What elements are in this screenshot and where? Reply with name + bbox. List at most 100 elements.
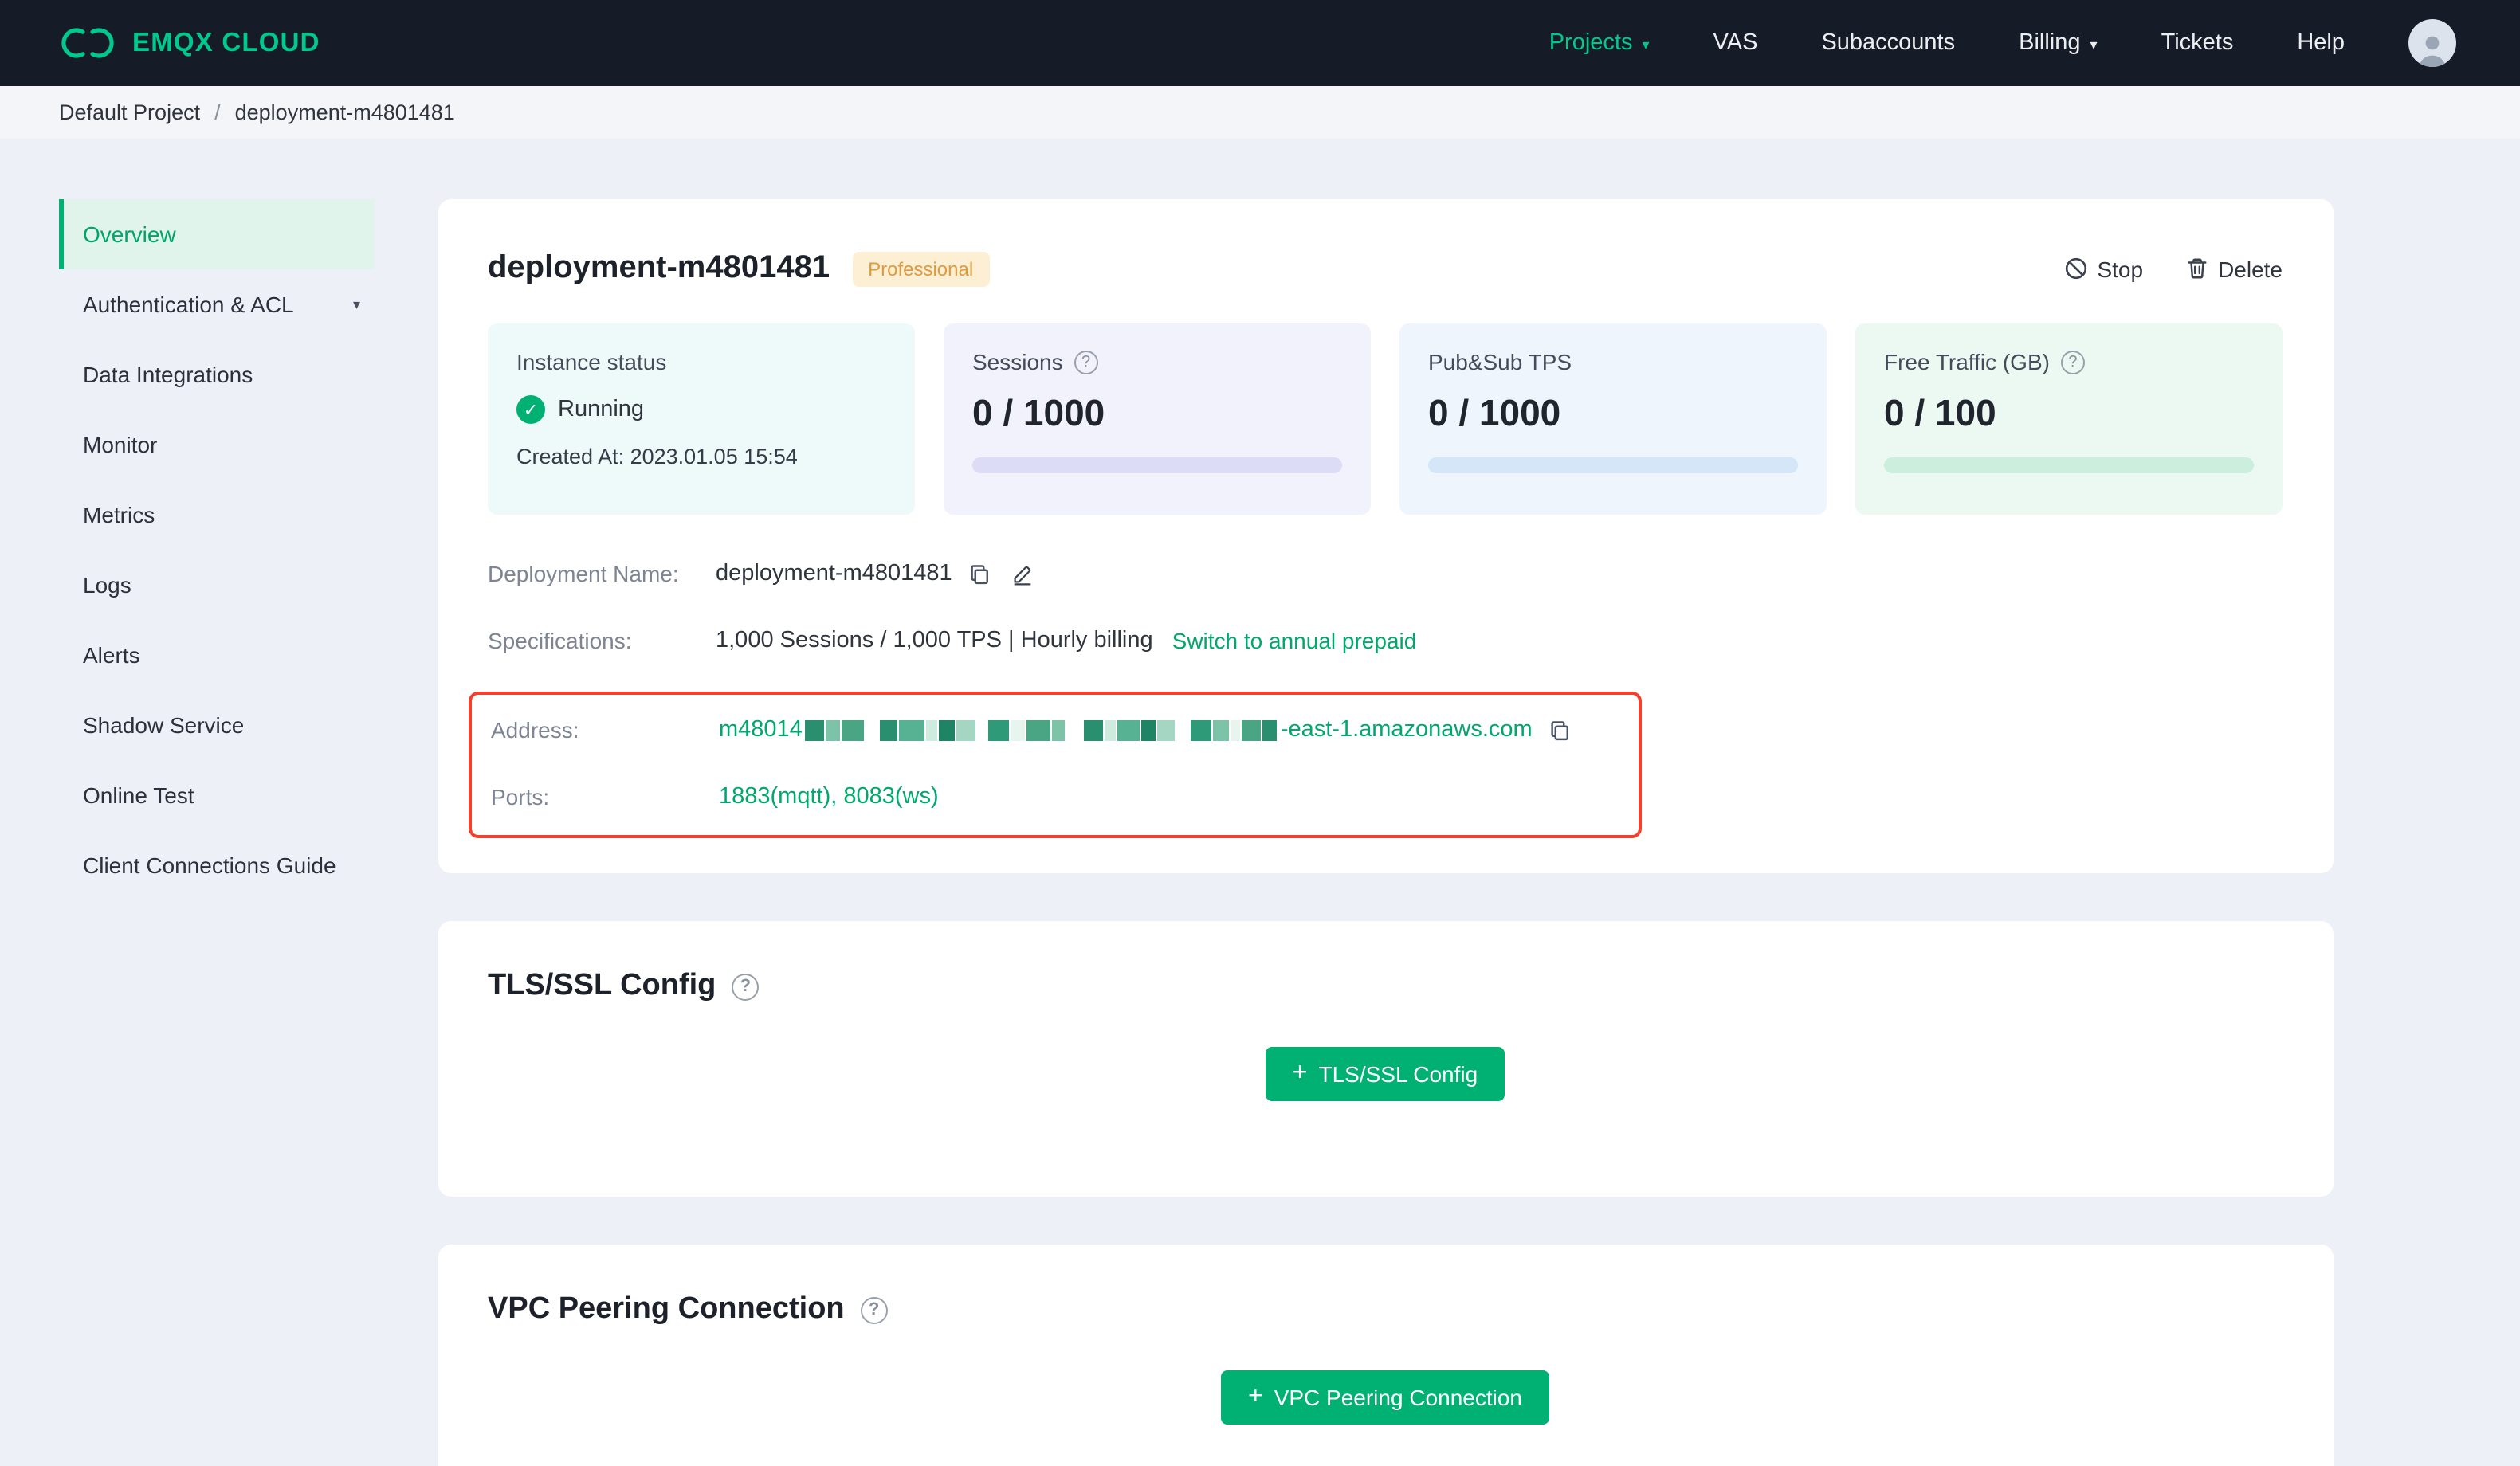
deployment-name-row: Deployment Name: deployment-m4801481: [488, 558, 2283, 590]
nav-vas[interactable]: VAS: [1713, 30, 1758, 56]
question-icon[interactable]: ?: [1074, 350, 1098, 374]
address-row: Address: m48014 -east-1.amazonaws.com: [491, 714, 1639, 746]
nav-vas-label: VAS: [1713, 30, 1758, 56]
sidebar-item-label: Online Test: [83, 782, 194, 808]
nav-projects-label: Projects: [1549, 30, 1633, 56]
plus-icon: +: [1248, 1383, 1263, 1410]
brand-logo[interactable]: EMQX CLOUD: [59, 25, 320, 61]
switch-annual-prepaid-link[interactable]: Switch to annual prepaid: [1172, 628, 1417, 653]
delete-button[interactable]: Delete: [2184, 256, 2283, 281]
sidebar-item-online-test[interactable]: Online Test: [59, 760, 375, 830]
sessions-label: Sessions: [972, 349, 1063, 374]
nav-help-label: Help: [2297, 30, 2345, 56]
nav-subaccounts-label: Subaccounts: [1821, 30, 1956, 56]
nav-tickets-label: Tickets: [2161, 30, 2234, 56]
sidebar-item-authentication-acl[interactable]: Authentication & ACL ▾: [59, 269, 375, 339]
copy-address-button[interactable]: [1549, 718, 1572, 742]
breadcrumb-separator: /: [214, 100, 221, 124]
page: EMQX CLOUD Projects ▾ VAS Subaccounts Bi…: [0, 0, 2520, 1466]
sidebar-item-label: Logs: [83, 572, 131, 598]
deployment-actions: Stop Delete: [2063, 256, 2283, 281]
sidebar-item-label: Metrics: [83, 502, 155, 527]
nav-projects[interactable]: Projects ▾: [1549, 30, 1650, 56]
address-suffix: -east-1.amazonaws.com: [1280, 717, 1533, 743]
deployment-overview-card: deployment-m4801481 Professional Stop De…: [438, 199, 2334, 873]
tps-label: Pub&Sub TPS: [1428, 349, 1572, 374]
top-navbar: EMQX CLOUD Projects ▾ VAS Subaccounts Bi…: [0, 0, 2520, 86]
address-label: Address:: [491, 717, 579, 743]
sidebar-item-metrics[interactable]: Metrics: [59, 480, 375, 550]
tps-progress-bar: [1428, 457, 1798, 473]
deployment-title-row: deployment-m4801481 Professional Stop De…: [488, 250, 2283, 287]
user-avatar[interactable]: [2408, 19, 2456, 67]
instance-status-label: Instance status: [516, 349, 667, 374]
sidebar-item-alerts[interactable]: Alerts: [59, 620, 375, 690]
copy-icon: [971, 564, 989, 584]
stat-free-traffic: Free Traffic (GB) ? 0 / 100: [1855, 323, 2283, 515]
chevron-down-icon: ▾: [1642, 36, 1650, 52]
sidebar: Overview Authentication & ACL ▾ Data Int…: [59, 199, 375, 1466]
traffic-label: Free Traffic (GB): [1884, 349, 2050, 374]
breadcrumb-project[interactable]: Default Project: [59, 100, 200, 124]
deployment-details: Deployment Name: deployment-m4801481 Spe…: [469, 558, 2283, 838]
traffic-progress-bar: [1884, 457, 2254, 473]
sidebar-item-label: Overview: [83, 221, 176, 247]
tps-value: 0 / 1000: [1428, 392, 1561, 433]
sidebar-item-label: Shadow Service: [83, 712, 245, 738]
specifications-row: Specifications: 1,000 Sessions / 1,000 T…: [488, 625, 2283, 657]
sidebar-item-label: Monitor: [83, 432, 158, 457]
breadcrumb: Default Project / deployment-m4801481: [0, 86, 2520, 140]
vpc-peering-title: VPC Peering Connection: [488, 1292, 845, 1326]
brand-name: EMQX CLOUD: [132, 28, 320, 57]
sidebar-item-shadow-service[interactable]: Shadow Service: [59, 690, 375, 760]
copy-icon: [1552, 720, 1569, 740]
stop-button[interactable]: Stop: [2063, 256, 2143, 281]
address-highlight-annotation: Address: m48014 -east-1.amazonaws.com Po…: [469, 692, 1642, 838]
sidebar-item-overview[interactable]: Overview: [59, 199, 375, 269]
trash-icon: [2187, 258, 2206, 279]
vpc-peering-card: VPC Peering Connection ? + VPC Peering C…: [438, 1245, 2334, 1466]
add-tls-ssl-config-button[interactable]: + TLS/SSL Config: [1265, 1047, 1505, 1101]
edit-deployment-name-button[interactable]: [1011, 562, 1035, 586]
deployment-title: deployment-m4801481: [488, 250, 830, 285]
question-icon[interactable]: ?: [860, 1296, 888, 1323]
ports-value: 1883(mqtt), 8083(ws): [719, 784, 939, 809]
sidebar-item-label: Client Connections Guide: [83, 853, 336, 878]
question-icon[interactable]: ?: [2060, 350, 2085, 374]
copy-deployment-name-button[interactable]: [968, 562, 992, 586]
plan-badge: Professional: [852, 251, 990, 286]
nav-help[interactable]: Help: [2297, 30, 2345, 56]
question-icon[interactable]: ?: [732, 973, 760, 1000]
nav-subaccounts[interactable]: Subaccounts: [1821, 30, 1955, 56]
specifications-label: Specifications:: [488, 628, 632, 653]
sidebar-item-data-integrations[interactable]: Data Integrations: [59, 339, 375, 410]
nav-billing-label: Billing: [2019, 30, 2081, 56]
chevron-down-icon: ▾: [352, 296, 360, 312]
deployment-name-value: deployment-m4801481: [716, 561, 952, 586]
sidebar-item-logs[interactable]: Logs: [59, 550, 375, 620]
add-vpc-peering-button[interactable]: + VPC Peering Connection: [1221, 1370, 1549, 1425]
check-circle-icon: ✓: [516, 395, 545, 424]
created-at: Created At: 2023.01.05 15:54: [516, 445, 798, 468]
breadcrumb-current: deployment-m4801481: [234, 100, 455, 124]
address-redacted: [805, 719, 1278, 741]
nav-billing[interactable]: Billing ▾: [2019, 30, 2097, 56]
add-vpc-peering-label: VPC Peering Connection: [1274, 1385, 1522, 1410]
sessions-progress-bar: [972, 457, 1342, 473]
emqx-logo-icon: [61, 28, 114, 58]
chevron-down-icon: ▾: [2090, 36, 2098, 52]
deployment-name-label: Deployment Name:: [488, 561, 679, 586]
nav-links: Projects ▾ VAS Subaccounts Billing ▾ Tic…: [1549, 19, 2456, 67]
plus-icon: +: [1292, 1060, 1308, 1087]
stats-row: Instance status ✓ Running Created At: 20…: [488, 323, 2283, 515]
nav-tickets[interactable]: Tickets: [2161, 30, 2234, 56]
sidebar-item-monitor[interactable]: Monitor: [59, 410, 375, 480]
person-icon: [2419, 36, 2446, 67]
stat-sessions: Sessions ? 0 / 1000: [944, 323, 1371, 515]
tls-ssl-card: TLS/SSL Config ? + TLS/SSL Config: [438, 921, 2334, 1197]
main-content: deployment-m4801481 Professional Stop De…: [438, 199, 2334, 1466]
sidebar-item-client-connections-guide[interactable]: Client Connections Guide: [59, 830, 375, 900]
delete-label: Delete: [2218, 256, 2283, 281]
specifications-value: 1,000 Sessions / 1,000 TPS | Hourly bill…: [716, 628, 1153, 653]
pencil-icon: [1015, 565, 1032, 585]
